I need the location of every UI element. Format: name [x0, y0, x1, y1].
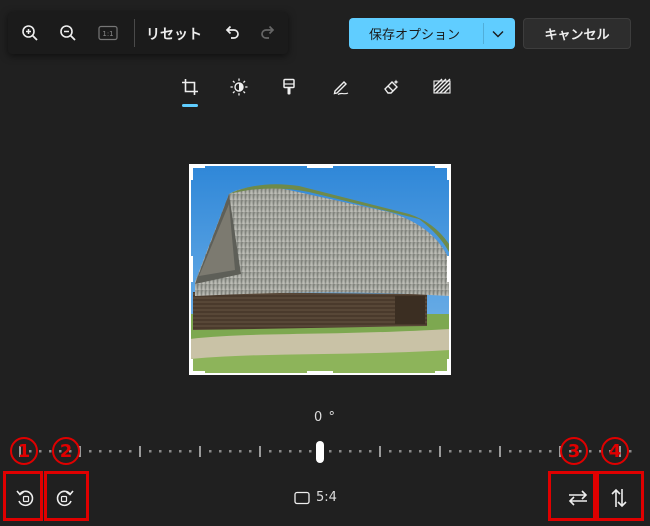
annotation-box-1	[3, 471, 43, 521]
slider-minor-tick	[589, 450, 592, 453]
slider-minor-tick	[209, 450, 212, 453]
slider-minor-tick	[89, 450, 92, 453]
tab-crop[interactable]	[179, 76, 201, 98]
background-blur-icon	[433, 78, 451, 94]
annotation-box-3	[548, 471, 596, 521]
undo-icon	[225, 25, 239, 39]
slider-minor-tick	[539, 450, 542, 453]
zoom-out-button[interactable]	[56, 21, 80, 45]
slider-minor-tick	[309, 450, 312, 453]
brightness-icon	[230, 78, 248, 96]
toolbar-divider	[134, 19, 135, 47]
actual-size-label: 1:1	[102, 30, 113, 38]
slider-major-tick	[379, 446, 381, 457]
slider-minor-tick	[469, 450, 472, 453]
slider-major-tick	[199, 446, 201, 457]
slider-minor-tick	[189, 450, 192, 453]
tab-markup[interactable]	[330, 76, 352, 98]
slider-minor-tick	[329, 450, 332, 453]
save-options-button[interactable]: 保存オプション	[349, 18, 515, 49]
zoom-out-icon	[60, 25, 76, 41]
slider-minor-tick	[239, 450, 242, 453]
slider-minor-tick	[509, 450, 512, 453]
slider-major-tick	[259, 446, 261, 457]
zoom-in-icon	[22, 25, 38, 41]
rotation-angle-label: 0 °	[314, 410, 336, 425]
slider-ticks	[19, 446, 632, 457]
slider-major-tick	[439, 446, 441, 457]
slider-minor-tick	[119, 450, 122, 453]
slider-minor-tick	[339, 450, 342, 453]
eraser-icon	[384, 79, 399, 94]
slider-minor-tick	[299, 450, 302, 453]
tab-filter[interactable]	[278, 76, 300, 98]
slider-minor-tick	[409, 450, 412, 453]
filter-brush-icon	[283, 78, 295, 95]
slider-minor-tick	[229, 450, 232, 453]
slider-minor-tick	[349, 450, 352, 453]
chevron-down-icon[interactable]	[490, 26, 506, 42]
slider-minor-tick	[459, 450, 462, 453]
slider-major-tick	[499, 446, 501, 457]
photo-thatched-house	[189, 164, 451, 375]
slider-minor-tick	[109, 450, 112, 453]
annotation-marker-4: 4	[601, 437, 629, 465]
active-tab-indicator	[182, 104, 198, 107]
aspect-ratio-icon	[294, 491, 310, 504]
slider-minor-tick	[389, 450, 392, 453]
annotation-marker-1: 1	[10, 437, 38, 465]
redo-icon	[261, 25, 275, 39]
redo-button[interactable]	[256, 21, 280, 45]
slider-minor-tick	[479, 450, 482, 453]
slider-minor-tick	[179, 450, 182, 453]
slider-minor-tick	[269, 450, 272, 453]
slider-minor-tick	[219, 450, 222, 453]
slider-minor-tick	[519, 450, 522, 453]
slider-major-tick	[139, 446, 141, 457]
slider-minor-tick	[249, 450, 252, 453]
slider-minor-tick	[169, 450, 172, 453]
save-options-label: 保存オプション	[369, 28, 461, 43]
slider-minor-tick	[39, 450, 42, 453]
slider-minor-tick	[489, 450, 492, 453]
reset-button[interactable]: リセット	[146, 24, 202, 44]
annotation-marker-2: 2	[52, 437, 80, 465]
actual-size-icon: 1:1	[98, 25, 118, 41]
slider-minor-tick	[359, 450, 362, 453]
zoom-toolbar: 1:1 リセット	[8, 12, 288, 54]
slider-minor-tick	[529, 450, 532, 453]
slider-minor-tick	[449, 450, 452, 453]
tab-adjustment[interactable]	[228, 76, 250, 98]
pen-icon	[333, 81, 349, 96]
crop-icon	[182, 79, 198, 95]
slider-thumb[interactable]	[316, 441, 324, 463]
tab-background-blur[interactable]	[431, 76, 453, 98]
save-options-divider	[483, 23, 484, 44]
zoom-in-button[interactable]	[18, 21, 42, 45]
straighten-slider[interactable]	[0, 440, 650, 464]
aspect-ratio-button[interactable]: 5:4	[294, 490, 337, 505]
slider-minor-tick	[159, 450, 162, 453]
slider-minor-tick	[149, 450, 152, 453]
aspect-ratio-label: 5:4	[316, 490, 337, 505]
slider-minor-tick	[549, 450, 552, 453]
tab-erase[interactable]	[381, 76, 403, 98]
cancel-button[interactable]: キャンセル	[523, 18, 631, 49]
slider-minor-tick	[399, 450, 402, 453]
slider-minor-tick	[429, 450, 432, 453]
undo-button[interactable]	[220, 21, 244, 45]
actual-size-button[interactable]: 1:1	[96, 21, 120, 45]
slider-minor-tick	[129, 450, 132, 453]
annotation-box-4	[596, 471, 644, 521]
slider-minor-tick	[289, 450, 292, 453]
crop-canvas[interactable]	[189, 164, 451, 375]
slider-minor-tick	[629, 450, 632, 453]
slider-minor-tick	[419, 450, 422, 453]
annotation-box-2	[44, 471, 89, 521]
slider-minor-tick	[279, 450, 282, 453]
annotation-marker-3: 3	[560, 437, 588, 465]
slider-minor-tick	[369, 450, 372, 453]
slider-minor-tick	[99, 450, 102, 453]
